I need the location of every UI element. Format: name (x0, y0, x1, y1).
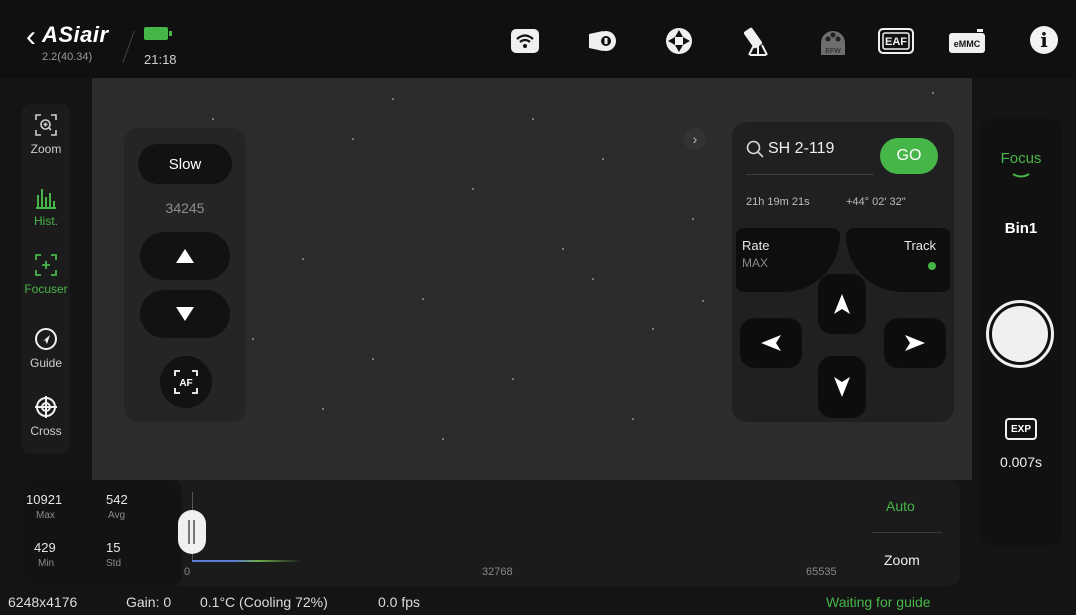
stat-max-value: 10921 (26, 492, 63, 507)
arrow-up-icon (834, 294, 850, 314)
slew-west-button[interactable] (740, 318, 802, 368)
histogram-axis-end: 65535 (806, 566, 837, 578)
arrow-left-icon (761, 335, 781, 351)
efw-icon[interactable]: EFW (816, 24, 850, 58)
search-underline (746, 174, 874, 175)
app-logo: ASiair (42, 22, 109, 47)
guide-status: Waiting for guide (826, 594, 931, 610)
target-search-input[interactable]: SH 2-119 (768, 140, 834, 158)
histogram-axis-start: 0 (184, 566, 191, 578)
histogram-tool[interactable]: Hist. (22, 184, 70, 228)
stat-min-value: 429 (34, 540, 56, 555)
tracking-status-dot (928, 262, 936, 270)
stat-std-label: Std (106, 558, 122, 569)
stretch-slider-handle[interactable] (178, 510, 206, 554)
guide-scope-icon[interactable] (662, 24, 696, 58)
clock: 21:18 (144, 52, 177, 67)
resolution-status: 6248x4176 (8, 594, 78, 610)
zoom-tool-label: Zoom (30, 142, 62, 156)
stat-min-label: Min (38, 558, 55, 569)
telescope-icon[interactable] (740, 24, 774, 58)
stat-max-label: Max (36, 510, 55, 521)
rate-label: Rate (742, 238, 770, 253)
focus-in-button[interactable] (140, 232, 230, 280)
info-icon[interactable]: i (1030, 26, 1058, 54)
temperature-status: 0.1°C (Cooling 72%) (200, 594, 328, 610)
capture-mode-selector[interactable]: Focus (980, 150, 1062, 167)
slew-north-button[interactable] (818, 274, 866, 334)
guide-tool[interactable]: Guide (22, 326, 70, 370)
histogram-icon (33, 184, 59, 210)
back-chevron-icon[interactable]: ‹ (26, 22, 36, 52)
autofocus-button[interactable]: AF (160, 356, 212, 408)
emmc-icon-label: eMMC (954, 39, 981, 49)
zoom-icon (33, 112, 59, 138)
triangle-down-icon (176, 307, 194, 321)
fps-status: 0.0 fps (378, 594, 421, 610)
rate-value: MAX (742, 256, 769, 270)
gain-status: Gain: 0 (126, 594, 172, 610)
slew-east-button[interactable] (884, 318, 946, 368)
eaf-icon[interactable]: EAF (876, 24, 916, 58)
arrow-down-icon (834, 377, 850, 397)
track-label: Track (904, 238, 937, 253)
shutter-button-inner (992, 306, 1048, 362)
focuser-icon (33, 252, 59, 278)
wifi-icon[interactable] (508, 24, 542, 58)
crosshair-tool-label: Cross (30, 424, 62, 438)
exposure-icon[interactable]: EXP (1005, 418, 1037, 440)
histogram-zoom-button[interactable]: Zoom (884, 552, 920, 568)
expand-panel-chevron-icon[interactable]: › (684, 128, 706, 150)
camera-icon[interactable] (584, 24, 618, 58)
stat-std-value: 15 (106, 540, 121, 555)
focus-speed-button[interactable]: Slow (138, 144, 232, 184)
target-dec: +44° 02' 32" (846, 196, 906, 208)
histogram-divider (872, 532, 942, 533)
slew-south-button[interactable] (818, 356, 866, 418)
battery-icon (144, 27, 172, 40)
autofocus-icon: AF (174, 370, 198, 394)
target-ra: 21h 19m 21s (746, 196, 810, 208)
chevron-down-icon[interactable] (1011, 168, 1031, 186)
goto-button[interactable]: GO (880, 138, 938, 174)
exposure-value[interactable]: 0.007s (980, 454, 1062, 470)
auto-stretch-button[interactable]: Auto (886, 498, 915, 514)
arrow-right-icon (905, 335, 925, 351)
autofocus-label: AF (179, 378, 192, 389)
emmc-icon[interactable]: eMMC (946, 24, 988, 58)
triangle-up-icon (176, 249, 194, 263)
focuser-tool-label: Focuser (24, 282, 68, 296)
search-icon[interactable] (746, 140, 764, 163)
focuser-tool[interactable]: Focuser (22, 252, 70, 296)
bin-selector[interactable]: Bin1 (980, 220, 1062, 237)
stat-avg-value: 542 (106, 492, 128, 507)
efw-icon-label: EFW (825, 48, 841, 55)
version-label: 2.2(40.34) (42, 51, 93, 63)
stat-avg-label: Avg (108, 510, 126, 521)
histogram-tool-label: Hist. (34, 214, 58, 228)
histogram-curve (192, 560, 302, 562)
shutter-button[interactable] (986, 300, 1054, 368)
eaf-icon-label: EAF (885, 36, 907, 48)
histogram-axis-mid: 32768 (482, 566, 513, 578)
focuser-position: 34245 (165, 200, 205, 216)
crosshair-tool[interactable]: Cross (22, 394, 70, 438)
zoom-tool[interactable]: Zoom (22, 112, 70, 156)
guide-icon (33, 326, 59, 352)
guide-tool-label: Guide (29, 356, 63, 370)
crosshair-icon (33, 394, 59, 420)
focus-out-button[interactable] (140, 290, 230, 338)
